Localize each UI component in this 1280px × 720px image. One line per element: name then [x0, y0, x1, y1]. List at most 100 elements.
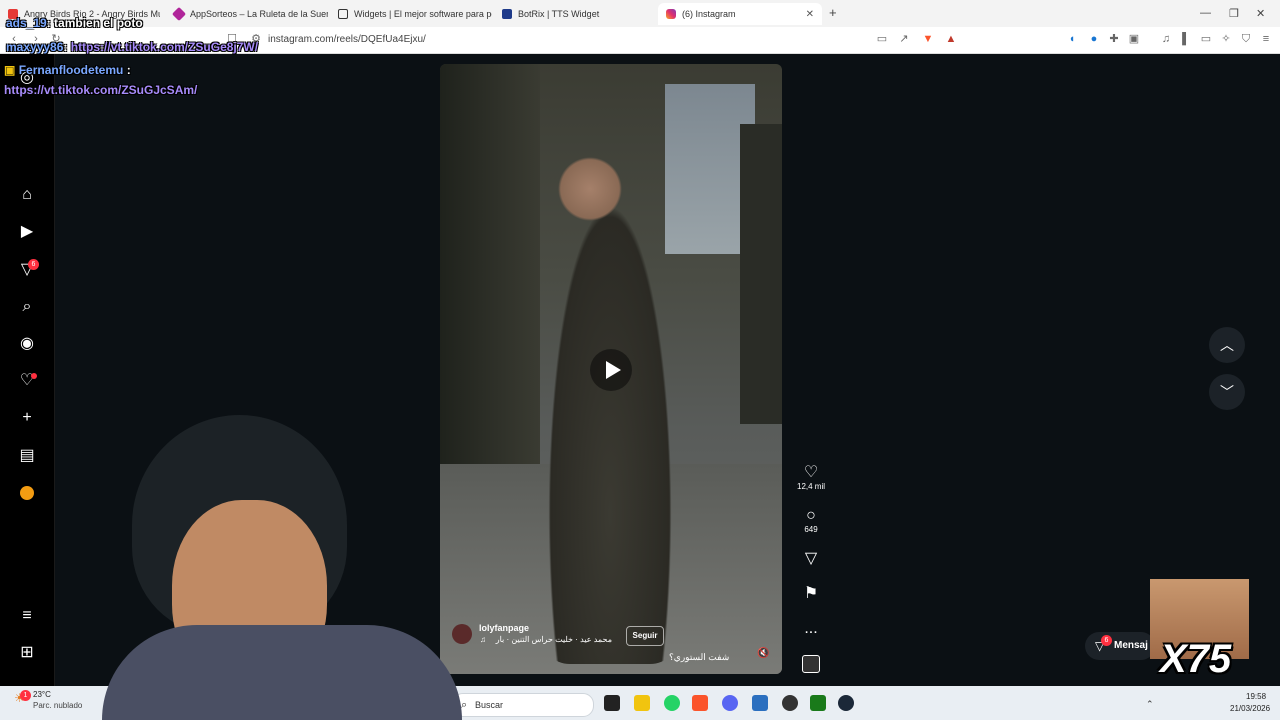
- comment-action[interactable]: ○ 649: [797, 507, 825, 535]
- tray-chevron-icon[interactable]: ⌃: [1146, 699, 1154, 710]
- chat-username: Fernanfloodetemu: [18, 63, 124, 77]
- reel-audio[interactable]: محمد عيد · خليت حراس التنين · بار: [490, 635, 612, 644]
- send-icon[interactable]: ▽: [797, 550, 825, 568]
- taskbar-search[interactable]: ⌕ Buscar: [452, 693, 594, 717]
- terminal-icon[interactable]: [810, 695, 826, 711]
- notification-badge: 6: [28, 259, 39, 270]
- like-action[interactable]: ♡ 12,4 mil: [797, 464, 825, 492]
- sidebar-icon[interactable]: ▌: [1180, 33, 1192, 45]
- comment-icon[interactable]: ○: [797, 507, 825, 525]
- browser-tab-bar: Angry Birds Rio 2 - Angry Birds Mus AppS…: [0, 0, 1280, 27]
- play-button[interactable]: [590, 349, 632, 391]
- tab-botrix[interactable]: BotRix | TTS Widget: [494, 3, 656, 25]
- audio-icon[interactable]: ◖: [1066, 33, 1078, 45]
- chat-link[interactable]: https://vt.tiktok.com/ZSuGe8j7W/: [71, 40, 258, 54]
- more-action[interactable]: ...: [797, 620, 825, 638]
- next-reel-button[interactable]: ﹀: [1209, 374, 1245, 410]
- chat-message: https://vt.tiktok.com/ZSuGJcSAm/: [4, 83, 197, 97]
- explore-icon[interactable]: ◉: [17, 334, 37, 354]
- mute-icon[interactable]: 🔇: [757, 648, 769, 659]
- music-note-icon: ♫: [480, 635, 486, 644]
- whatsapp-icon[interactable]: [664, 695, 680, 711]
- tab-appsorteos[interactable]: AppSorteos – La Ruleta de la Suerte: [166, 3, 328, 25]
- streamer-webcam: [82, 410, 462, 720]
- apps-icon[interactable]: ⊞: [17, 643, 37, 663]
- play-icon: [606, 361, 621, 379]
- avatar[interactable]: [20, 486, 34, 500]
- share-icon[interactable]: ↗: [898, 33, 910, 45]
- cast-icon[interactable]: ▭: [876, 33, 888, 45]
- clock-time[interactable]: 19:58: [1246, 692, 1266, 701]
- instagram-icon: [666, 9, 676, 19]
- chat-username: ads_19: [6, 16, 47, 30]
- chat-message: ads_19: tambien el poto: [6, 16, 143, 30]
- comment-count: 649: [804, 525, 818, 534]
- minimize-icon[interactable]: —: [1200, 7, 1211, 19]
- video-subject-head: [555, 149, 625, 229]
- extension-icon[interactable]: ●: [1088, 33, 1100, 45]
- messages-label: Mensaj: [1114, 640, 1148, 651]
- chevron-up-icon: ︿: [1220, 337, 1234, 353]
- audio-thumbnail[interactable]: [802, 655, 820, 673]
- task-view-icon[interactable]: [604, 695, 620, 711]
- close-tab-icon[interactable]: ✕: [806, 9, 814, 20]
- vpn-icon[interactable]: ⛉: [1240, 33, 1252, 45]
- botrix-icon: [502, 9, 512, 19]
- close-window-icon[interactable]: ✕: [1256, 7, 1265, 20]
- previous-reel-button[interactable]: ︿: [1209, 327, 1245, 363]
- video-subject: [540, 164, 680, 664]
- chevron-down-icon: ﹀: [1220, 384, 1234, 400]
- activity-dot: [31, 373, 37, 379]
- weather-temp[interactable]: 23°C: [33, 690, 51, 699]
- file-explorer-icon[interactable]: [634, 695, 650, 711]
- share-action[interactable]: ▽: [797, 550, 825, 568]
- new-tab-button[interactable]: +: [829, 5, 837, 20]
- maximize-icon[interactable]: ❐: [1229, 7, 1239, 20]
- url-input[interactable]: instagram.com/reels/DQEfUa4Ejxu/: [268, 34, 426, 45]
- steam-icon[interactable]: [838, 695, 854, 711]
- reel-username[interactable]: lolyfanpage: [479, 623, 529, 633]
- menu-icon[interactable]: ≡: [1260, 33, 1272, 45]
- webcam-shirt: [102, 625, 462, 720]
- reels-icon[interactable]: ▶: [17, 222, 37, 242]
- emoji-overlay: X75: [1150, 579, 1249, 685]
- music-icon[interactable]: ♫: [1160, 33, 1172, 45]
- clock-date[interactable]: 21/03/2026: [1230, 704, 1270, 713]
- weather-desc[interactable]: Parc. nublado: [33, 701, 82, 710]
- tab-label: BotRix | TTS Widget: [518, 9, 600, 19]
- more-icon[interactable]: ...: [797, 620, 825, 638]
- puzzle-icon[interactable]: ✚: [1108, 33, 1120, 45]
- chat-text: :: [63, 40, 71, 54]
- brave-rewards-icon[interactable]: ▲: [945, 33, 957, 45]
- bookmark-save-icon[interactable]: ⚑: [797, 585, 825, 603]
- obs-icon[interactable]: [782, 695, 798, 711]
- chat-username: maxyyy86: [6, 40, 64, 54]
- search-icon[interactable]: ⌕: [17, 297, 37, 317]
- chat-message: ▣ Fernanfloodetemu :: [4, 63, 131, 77]
- like-count: 12,4 mil: [797, 482, 826, 491]
- messages-button[interactable]: ▽ 6 Mensaj: [1085, 632, 1155, 660]
- weather-badge: 1: [20, 690, 31, 701]
- like-icon[interactable]: ♡: [797, 464, 825, 482]
- tab-widgets[interactable]: Widgets | El mejor software para pot: [330, 3, 492, 25]
- app-icon[interactable]: [752, 695, 768, 711]
- chat-message: maxyyy86: https://vt.tiktok.com/ZSuGe8j7…: [6, 40, 258, 54]
- save-action[interactable]: ⚑: [797, 585, 825, 603]
- tab-instagram[interactable]: (6) Instagram ✕: [658, 3, 822, 25]
- discord-icon[interactable]: [722, 695, 738, 711]
- tab-label: Widgets | El mejor software para pot: [354, 9, 492, 19]
- screenshot-icon[interactable]: ▣: [1128, 33, 1140, 45]
- leo-ai-icon[interactable]: ✧: [1220, 33, 1232, 45]
- tab-label: (6) Instagram: [682, 9, 736, 19]
- dashboard-icon[interactable]: ▤: [17, 446, 37, 466]
- home-icon[interactable]: ⌂: [17, 185, 37, 205]
- multiplier-label: X75: [1160, 637, 1232, 681]
- wallet-icon[interactable]: ▭: [1200, 33, 1212, 45]
- follow-button[interactable]: Seguir: [626, 626, 664, 646]
- messages-badge: 6: [1101, 635, 1112, 646]
- create-icon[interactable]: +: [17, 408, 37, 428]
- chat-link[interactable]: https://vt.tiktok.com/ZSuGJcSAm/: [4, 83, 197, 97]
- brave-icon[interactable]: [692, 695, 708, 711]
- brave-shield-icon[interactable]: ▼: [922, 33, 934, 45]
- more-menu-icon[interactable]: ≡: [17, 606, 37, 626]
